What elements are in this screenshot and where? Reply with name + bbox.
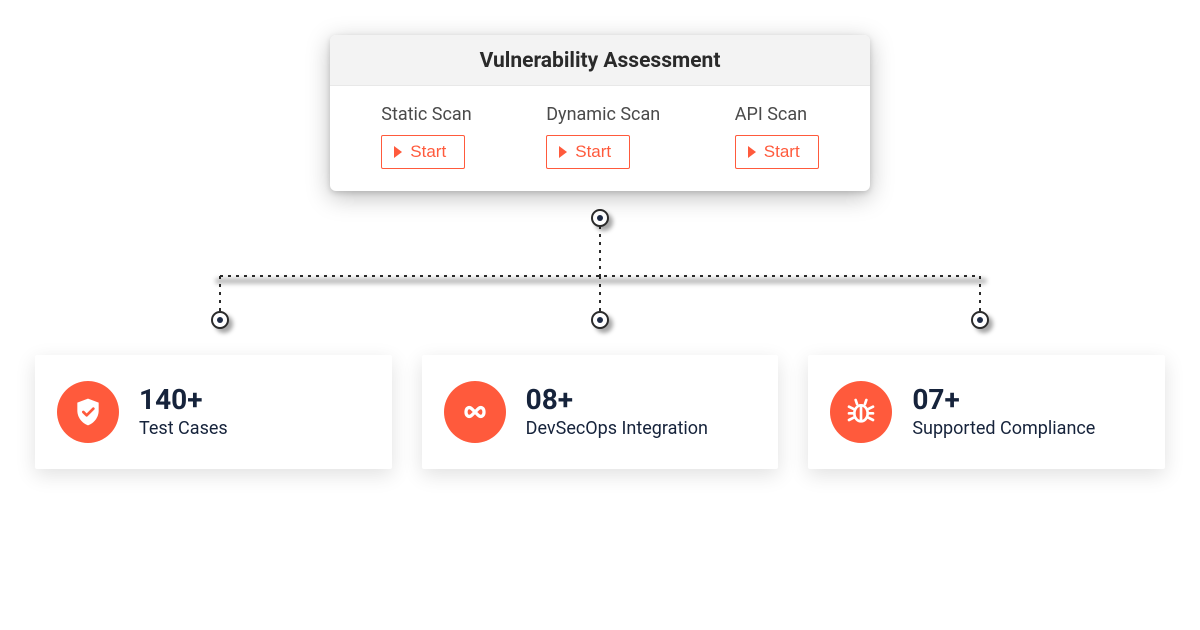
stat-count: 140+ <box>139 385 228 416</box>
play-icon <box>748 146 756 158</box>
scan-label: Static Scan <box>381 104 471 125</box>
stat-devsecops: 08+ DevSecOps Integration <box>422 355 779 469</box>
scan-api: API Scan Start <box>735 104 819 169</box>
stat-test-cases: 140+ Test Cases <box>35 355 392 469</box>
scan-label: API Scan <box>735 104 819 125</box>
button-label: Start <box>575 142 611 162</box>
stats-row: 140+ Test Cases 08+ DevSecOps Integratio… <box>35 355 1165 469</box>
connector-node-right <box>971 311 989 329</box>
connector-node-center <box>591 311 609 329</box>
start-static-button[interactable]: Start <box>381 135 465 169</box>
stat-compliance: 07+ Supported Compliance <box>808 355 1165 469</box>
start-dynamic-button[interactable]: Start <box>546 135 630 169</box>
button-label: Start <box>764 142 800 162</box>
stat-count: 07+ <box>912 385 1095 416</box>
scan-dynamic: Dynamic Scan Start <box>546 104 660 169</box>
start-api-button[interactable]: Start <box>735 135 819 169</box>
panel-title: Vulnerability Assessment <box>330 35 870 86</box>
assessment-panel: Vulnerability Assessment Static Scan Sta… <box>330 35 870 191</box>
shield-check-icon <box>57 381 119 443</box>
button-label: Start <box>410 142 446 162</box>
connector-node-left <box>211 311 229 329</box>
stat-label: Test Cases <box>139 418 228 439</box>
scan-static: Static Scan Start <box>381 104 471 169</box>
stat-label: DevSecOps Integration <box>526 418 708 439</box>
stat-label: Supported Compliance <box>912 418 1095 439</box>
connector-node-top <box>591 209 609 227</box>
stat-count: 08+ <box>526 385 708 416</box>
bug-icon <box>830 381 892 443</box>
play-icon <box>559 146 567 158</box>
infinity-icon <box>444 381 506 443</box>
panel-body: Static Scan Start Dynamic Scan Start API… <box>330 86 870 191</box>
play-icon <box>394 146 402 158</box>
scan-label: Dynamic Scan <box>546 104 660 125</box>
